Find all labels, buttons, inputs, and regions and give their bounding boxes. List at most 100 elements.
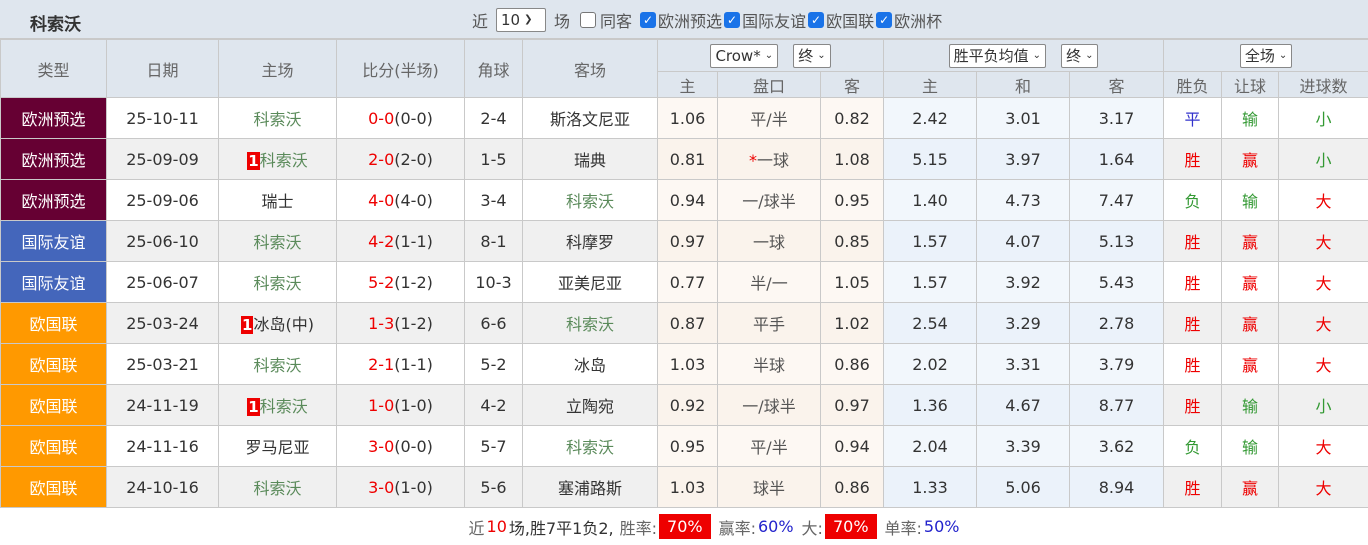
competition-label: 欧洲预选 [658, 8, 722, 32]
handicap-line-cell: 球半 [718, 467, 821, 508]
handicap-home-odds: 0.97 [658, 221, 718, 262]
europe-stage-value: 终 [1066, 45, 1081, 67]
handicap-result: 输 [1222, 426, 1279, 467]
date-cell: 25-09-06 [107, 180, 219, 221]
competition-type-cell: 欧国联 [1, 303, 107, 344]
date-cell: 25-03-21 [107, 344, 219, 385]
odd-rate-label: 单率: [885, 515, 922, 539]
europe-odds-select[interactable]: 胜平负均值⌄ [949, 44, 1046, 68]
home-team-name[interactable]: 科索沃 [260, 151, 308, 170]
europe-draw-odds: 3.39 [977, 426, 1070, 467]
handicap-line: 平/半 [750, 110, 787, 129]
over-under-result: 大 [1279, 180, 1368, 221]
half-score: (4-0) [394, 191, 433, 210]
rank-badge: 1 [247, 398, 259, 416]
subcol-header: 客 [1070, 72, 1164, 98]
handicap-line-cell: 一/球半 [718, 385, 821, 426]
handicap-home-odds: 0.95 [658, 426, 718, 467]
handicap-home-odds: 0.87 [658, 303, 718, 344]
handicap-line-cell: 一/球半 [718, 180, 821, 221]
away-team-name[interactable]: 冰岛 [574, 356, 606, 375]
date-cell: 25-09-09 [107, 139, 219, 180]
home-team-name[interactable]: 科索沃 [253, 356, 301, 375]
europe-draw-odds: 4.73 [977, 180, 1070, 221]
europe-draw-odds: 3.97 [977, 139, 1070, 180]
half-score: (0-0) [394, 437, 433, 456]
company-select[interactable]: Crow*⌄ [710, 44, 778, 68]
home-team-name[interactable]: 科索沃 [253, 233, 301, 252]
away-team-cell: 科索沃 [523, 180, 658, 221]
away-team-name[interactable]: 斯洛文尼亚 [550, 110, 630, 129]
summary-record: 场,胜7平1负2, [509, 515, 614, 539]
europe-draw-odds: 5.06 [977, 467, 1070, 508]
half-score: (1-1) [394, 232, 433, 251]
europe-home-odds: 1.33 [884, 467, 977, 508]
europe-away-odds: 5.13 [1070, 221, 1164, 262]
match-count-select[interactable]: 10❯ [496, 8, 546, 32]
same-host-checkbox[interactable] [580, 12, 596, 28]
full-score: 3-0 [368, 478, 394, 497]
competition-type-cell: 国际友谊 [1, 262, 107, 303]
handicap-result: 输 [1222, 98, 1279, 139]
competition-checkbox[interactable]: ✓ [876, 12, 892, 28]
away-team-name[interactable]: 科摩罗 [566, 233, 614, 252]
corner-cell: 5-2 [465, 344, 523, 385]
home-team-name[interactable]: 冰岛(中) [253, 315, 314, 334]
win-draw-loss-result: 胜 [1164, 221, 1222, 262]
ah-rate-value: 60% [758, 517, 794, 536]
competition-checkbox[interactable]: ✓ [640, 12, 656, 28]
win-draw-loss-result: 胜 [1164, 303, 1222, 344]
subcol-header: 胜负 [1164, 72, 1222, 98]
europe-home-odds: 2.54 [884, 303, 977, 344]
away-team-name[interactable]: 科索沃 [566, 192, 614, 211]
field-label: 场 [554, 8, 570, 32]
away-team-name[interactable]: 塞浦路斯 [558, 479, 622, 498]
home-team-name[interactable]: 科索沃 [260, 397, 308, 416]
over-under-result: 大 [1279, 467, 1368, 508]
handicap-stage-select[interactable]: 终⌄ [793, 44, 830, 68]
handicap-line: 平手 [753, 315, 785, 334]
home-team-name[interactable]: 科索沃 [253, 274, 301, 293]
ah-rate-label: 赢率: [719, 515, 756, 539]
europe-stage-select[interactable]: 终⌄ [1061, 44, 1098, 68]
rank-badge: 1 [247, 152, 259, 170]
handicap-away-odds: 1.08 [821, 139, 884, 180]
same-host-label: 同客 [600, 8, 632, 32]
competition-checkbox[interactable]: ✓ [724, 12, 740, 28]
date-cell: 25-10-11 [107, 98, 219, 139]
home-team-name[interactable]: 瑞士 [261, 192, 293, 211]
away-team-cell: 塞浦路斯 [523, 467, 658, 508]
home-team-name[interactable]: 罗马尼亚 [245, 438, 309, 457]
competition-checkbox[interactable]: ✓ [808, 12, 824, 28]
home-team-cell: 科索沃 [219, 344, 337, 385]
subcol-header: 和 [977, 72, 1070, 98]
home-team-name[interactable]: 科索沃 [253, 479, 301, 498]
period-select[interactable]: 全场⌄ [1240, 44, 1292, 68]
away-team-name[interactable]: 立陶宛 [566, 397, 614, 416]
date-cell: 24-11-16 [107, 426, 219, 467]
away-team-name[interactable]: 瑞典 [574, 151, 606, 170]
subcol-header: 让球 [1222, 72, 1279, 98]
competition-type-cell: 欧洲预选 [1, 139, 107, 180]
home-team-name[interactable]: 科索沃 [253, 110, 301, 129]
over-under-result: 大 [1279, 303, 1368, 344]
full-score: 2-0 [368, 150, 394, 169]
europe-home-odds: 5.15 [884, 139, 977, 180]
competition-type-cell: 欧国联 [1, 385, 107, 426]
away-team-name[interactable]: 科索沃 [566, 438, 614, 457]
away-team-name[interactable]: 科索沃 [566, 315, 614, 334]
away-team-cell: 科索沃 [523, 426, 658, 467]
handicap-result: 赢 [1222, 303, 1279, 344]
half-score: (1-0) [394, 396, 433, 415]
win-draw-loss-result: 胜 [1164, 385, 1222, 426]
corner-cell: 3-4 [465, 180, 523, 221]
europe-away-odds: 3.79 [1070, 344, 1164, 385]
handicap-line: 一/球半 [742, 397, 795, 416]
home-team-cell: 1冰岛(中) [219, 303, 337, 344]
win-draw-loss-result: 胜 [1164, 262, 1222, 303]
away-team-name[interactable]: 亚美尼亚 [558, 274, 622, 293]
date-cell: 25-03-24 [107, 303, 219, 344]
company-select-value: Crow* [715, 45, 760, 67]
score-cell: 5-2(1-2) [337, 262, 465, 303]
half-score: (0-0) [394, 109, 433, 128]
